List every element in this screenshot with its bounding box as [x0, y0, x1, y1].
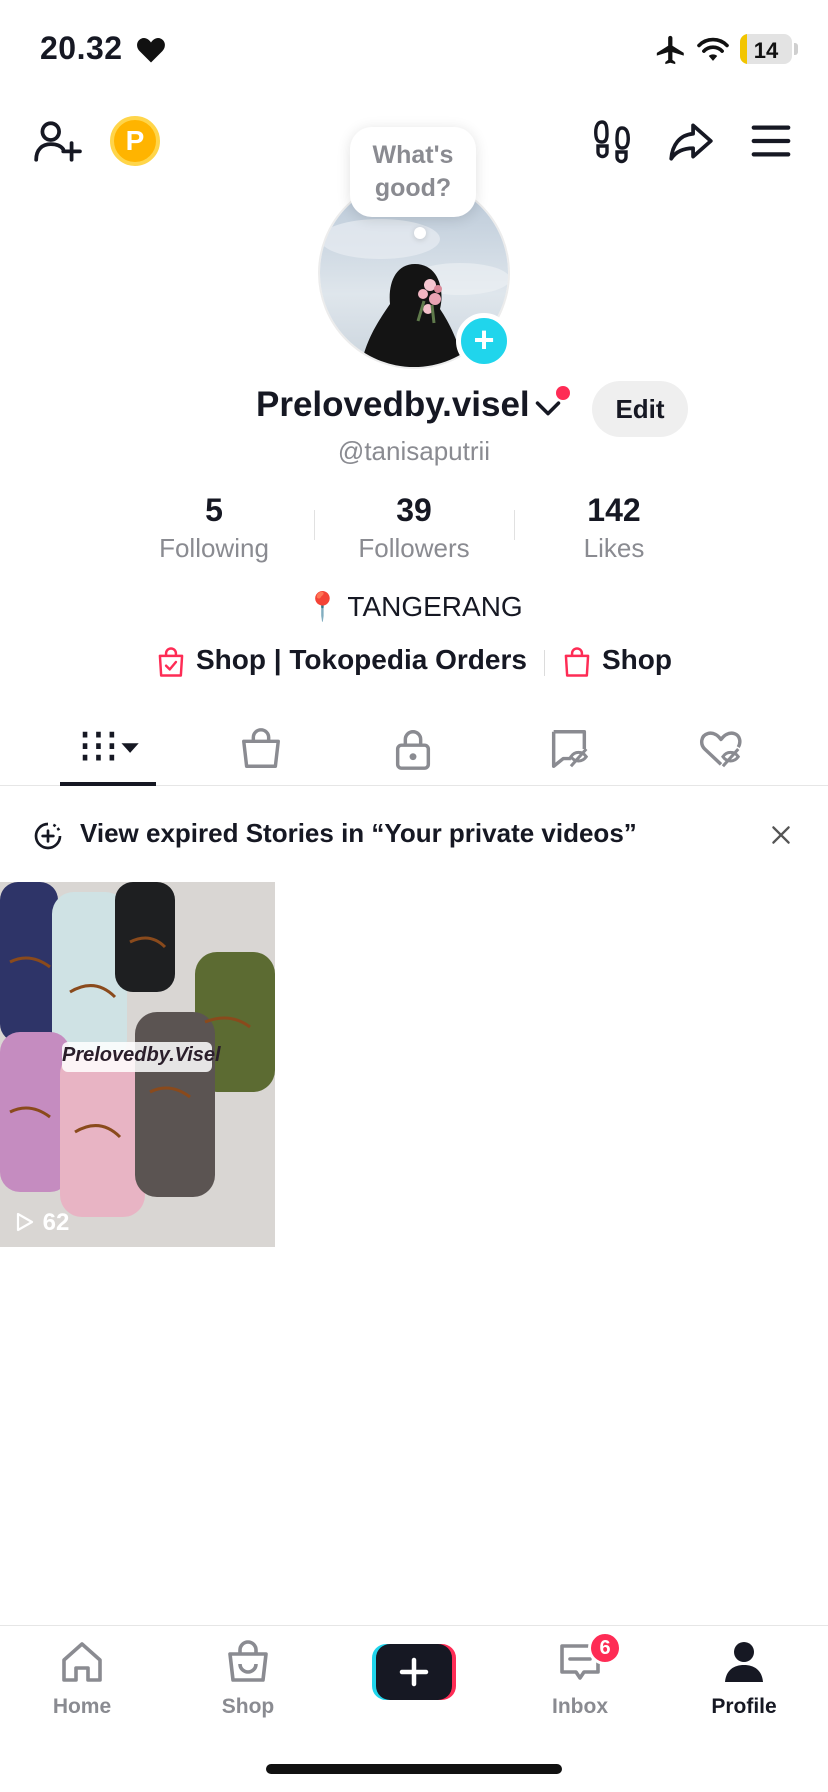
profile-handle: @tanisaputrii	[337, 436, 491, 466]
menu-icon[interactable]	[748, 118, 794, 164]
stat-followers[interactable]: 39 Followers	[334, 492, 494, 564]
home-icon	[62, 1642, 102, 1682]
note-bubble-tail	[414, 227, 426, 239]
shop-tokopedia-orders-link[interactable]: Shop | Tokopedia Orders	[196, 644, 527, 676]
add-story-button[interactable]: +	[456, 313, 512, 369]
shop-link[interactable]: Shop	[602, 644, 672, 676]
shop-icon	[228, 1640, 268, 1682]
status-time: 20.32	[40, 30, 123, 66]
private-lock-tab-icon[interactable]	[390, 726, 436, 772]
video-thumbnail[interactable]: Prelovedby.Visel 62	[0, 882, 275, 1247]
story-plus-icon	[34, 822, 62, 850]
stat-label: Likes	[583, 533, 645, 563]
nav-home[interactable]: Home	[22, 1638, 142, 1719]
home-indicator	[266, 1764, 562, 1774]
plus-icon: +	[473, 319, 495, 360]
nav-profile[interactable]: Profile	[684, 1638, 804, 1719]
add-friend-icon[interactable]	[32, 116, 82, 166]
banner-text: View expired Stories in “Your private vi…	[80, 818, 637, 848]
stat-value: 5	[205, 492, 223, 528]
stat-likes[interactable]: 142 Likes	[534, 492, 694, 564]
profile-tabs	[0, 714, 828, 786]
reposts-tab-icon[interactable]	[546, 726, 592, 772]
shop-bag-check-icon	[158, 647, 184, 677]
active-tab-indicator	[60, 782, 156, 786]
stat-divider	[314, 510, 315, 540]
nav-label: Shop	[221, 1695, 275, 1718]
video-view-count: 62	[42, 1209, 70, 1236]
expired-stories-banner[interactable]: View expired Stories in “Your private vi…	[0, 810, 828, 860]
profile-location: 📍 TANGERANG	[305, 591, 523, 622]
coin-icon[interactable]: P	[110, 116, 160, 166]
battery-icon: 14	[740, 34, 792, 64]
stat-following[interactable]: 5 Following	[134, 492, 294, 564]
battery-tip	[794, 43, 798, 55]
profile-name[interactable]: Prelovedby.visel	[256, 385, 530, 425]
nav-label: Home	[52, 1695, 112, 1718]
stat-value: 142	[587, 492, 641, 528]
nav-shop[interactable]: Shop	[188, 1638, 308, 1719]
edit-profile-button[interactable]: Edit	[592, 381, 688, 437]
stat-value: 39	[396, 492, 432, 528]
share-icon[interactable]	[666, 116, 716, 166]
liked-tab-icon[interactable]	[698, 726, 744, 772]
bottom-nav: Home Shop Inbox 6 Profile	[0, 1625, 828, 1745]
notification-dot	[556, 386, 570, 400]
nav-inbox[interactable]: Inbox	[520, 1638, 640, 1719]
inbox-badge: 6	[588, 1631, 622, 1665]
shop-bag-tab-icon[interactable]	[238, 726, 284, 772]
video-views: 62	[12, 1209, 69, 1237]
nav-label: Profile	[711, 1695, 777, 1718]
play-icon	[16, 1212, 34, 1232]
stat-label: Following	[159, 533, 269, 563]
profile-icon	[725, 1642, 763, 1682]
note-bubble[interactable]: What's good?	[350, 127, 476, 217]
coin-letter: P	[125, 125, 145, 156]
status-bar: 20.32 14	[0, 0, 828, 100]
chevron-down-icon[interactable]	[534, 398, 562, 420]
videos-grid-tab-icon[interactable]	[76, 726, 142, 772]
footprints-icon[interactable]	[588, 116, 636, 164]
shop-bag-icon	[564, 647, 590, 677]
nav-label: Inbox	[552, 1695, 608, 1718]
heart-icon	[137, 38, 165, 63]
shop-divider	[544, 650, 545, 676]
stat-divider	[514, 510, 515, 540]
create-post-button[interactable]	[372, 1644, 456, 1700]
stat-label: Followers	[358, 533, 470, 563]
airplane-icon	[656, 35, 684, 65]
close-icon[interactable]	[768, 822, 794, 848]
wifi-icon	[697, 37, 729, 61]
video-overlay-text: Prelovedby.Visel	[62, 1044, 221, 1066]
battery-level: 14	[753, 38, 779, 63]
